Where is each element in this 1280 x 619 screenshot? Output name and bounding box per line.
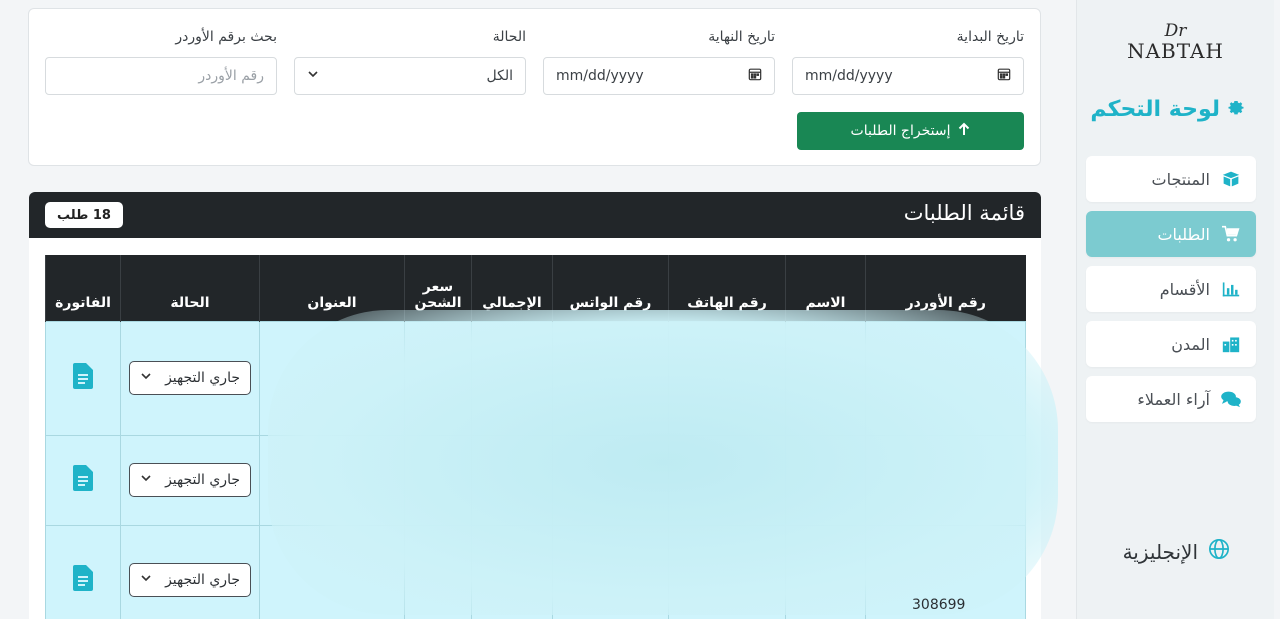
export-button-label: إستخراج الطلبات	[850, 123, 951, 139]
export-orders-button[interactable]: إستخراج الطلبات	[797, 112, 1024, 150]
sidebar-item-products[interactable]: المنتجات	[1086, 156, 1256, 202]
arrow-up-icon	[958, 122, 970, 140]
invoice-icon[interactable]	[73, 465, 93, 491]
sidebar-item-label: المنتجات	[1151, 169, 1211, 189]
sidebar-item-reviews[interactable]: آراء العملاء	[1086, 376, 1256, 422]
order-number-cell: 308699	[912, 597, 966, 613]
order-search-label: بحث برقم الأوردر	[175, 29, 277, 45]
order-status-value: جاري التجهيز	[165, 572, 240, 588]
order-status-value: جاري التجهيز	[165, 472, 240, 488]
end-date-value: mm/dd/yyyy	[556, 68, 644, 84]
order-status-value: جاري التجهيز	[165, 370, 240, 386]
invoice-icon[interactable]	[73, 565, 93, 591]
orders-card-header: قائمة الطلبات 18 طلب	[29, 192, 1041, 238]
filter-card: تاريخ البداية mm/dd/yyyy تاريخ النهاية m…	[28, 8, 1041, 166]
invoice-icon[interactable]	[73, 363, 93, 389]
logo-name: NABTAH	[1127, 39, 1224, 63]
orders-title: قائمة الطلبات	[903, 201, 1025, 225]
language-label: الإنجليزية	[1122, 539, 1198, 564]
column-header[interactable]: الحالة	[120, 255, 260, 321]
chart-icon	[1220, 278, 1242, 300]
dashboard-title[interactable]: لوحة التحكم	[1090, 96, 1246, 122]
sidebar-item-label: الطلبات	[1157, 224, 1210, 244]
logo: Dr NABTAH	[1077, 22, 1274, 62]
end-date-label: تاريخ النهاية	[708, 29, 775, 45]
sidebar: Dr NABTAH لوحة التحكم المنتجات الطلبات ا…	[1076, 0, 1274, 619]
chevron-down-icon	[140, 572, 152, 588]
sidebar-item-orders[interactable]: الطلبات	[1086, 211, 1256, 257]
box-icon	[1220, 168, 1242, 190]
order-status-select[interactable]: جاري التجهيز	[129, 361, 251, 395]
status-select[interactable]: الكل	[294, 57, 526, 95]
city-icon	[1220, 333, 1242, 355]
sidebar-item-categories[interactable]: الأقسام	[1086, 266, 1256, 312]
start-date-input[interactable]: mm/dd/yyyy	[792, 57, 1024, 95]
chevron-down-icon	[140, 472, 152, 488]
status-value: الكل	[486, 68, 514, 84]
cart-icon	[1220, 223, 1242, 245]
globe-icon	[1208, 538, 1230, 565]
start-date-value: mm/dd/yyyy	[805, 68, 893, 84]
calendar-icon	[748, 67, 762, 85]
orders-count-badge: 18 طلب	[45, 202, 123, 228]
order-search-input[interactable]: رقم الأوردر	[45, 57, 277, 95]
language-switch[interactable]: الإنجليزية	[1123, 538, 1230, 565]
chat-icon	[1220, 388, 1242, 410]
dashboard-title-text: لوحة التحكم	[1090, 96, 1220, 122]
status-label: الحالة	[492, 29, 526, 45]
column-header[interactable]: الفاتورة	[45, 255, 121, 321]
order-search-placeholder: رقم الأوردر	[198, 68, 264, 84]
order-status-select[interactable]: جاري التجهيز	[129, 463, 251, 497]
sidebar-item-label: المدن	[1171, 334, 1210, 354]
sidebar-item-label: الأقسام	[1159, 279, 1210, 299]
blurred-redaction	[268, 310, 1058, 615]
gear-icon	[1226, 96, 1246, 122]
chevron-down-icon	[140, 370, 152, 386]
sidebar-item-label: آراء العملاء	[1137, 389, 1210, 409]
chevron-down-icon	[307, 68, 319, 84]
start-date-label: تاريخ البداية	[956, 29, 1024, 45]
logo-signature: Dr	[1164, 21, 1187, 41]
calendar-icon	[997, 67, 1011, 85]
end-date-input[interactable]: mm/dd/yyyy	[543, 57, 775, 95]
order-status-select[interactable]: جاري التجهيز	[129, 563, 251, 597]
sidebar-item-cities[interactable]: المدن	[1086, 321, 1256, 367]
